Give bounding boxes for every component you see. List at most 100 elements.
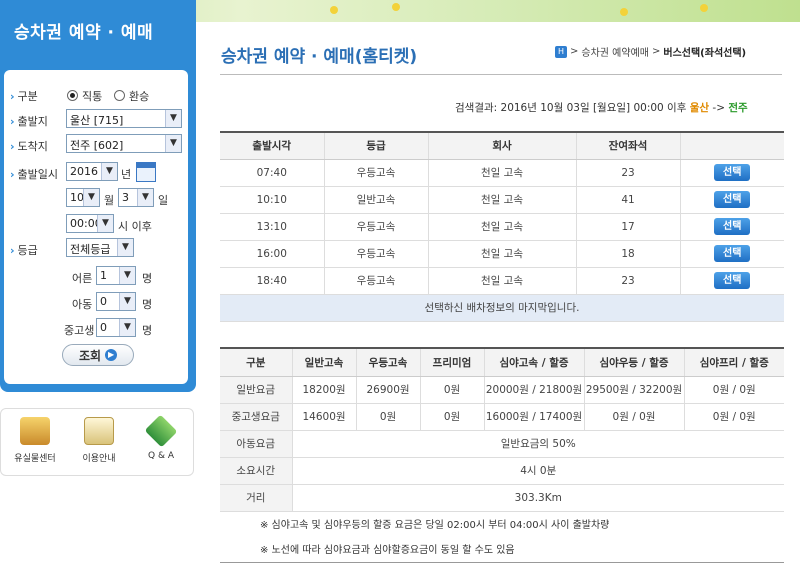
header-action xyxy=(679,131,784,160)
quicklinks-box: 유실물센터 이용안내 Q & A xyxy=(0,408,194,476)
select-button[interactable]: 선택 xyxy=(714,272,751,289)
fare-value: 18200원 xyxy=(291,376,356,404)
flower-decoration xyxy=(620,8,628,16)
chevron-down-icon: ▼ xyxy=(119,319,135,336)
fare-kind: 일반요금 xyxy=(220,376,292,404)
grade-select[interactable]: 전체등급 ▼ xyxy=(66,238,134,257)
bus-company: 천일 고속 xyxy=(427,186,576,214)
transfer-radio[interactable] xyxy=(114,90,125,101)
child-unit: 명 xyxy=(142,298,153,311)
home-icon[interactable]: H xyxy=(555,45,567,58)
lost-found-icon xyxy=(20,417,50,445)
quicklink-lost-found[interactable]: 유실물센터 xyxy=(7,417,63,464)
day-unit: 일 xyxy=(158,194,169,207)
quicklink-label: 이용안내 xyxy=(82,454,116,464)
depart-select[interactable]: 울산 [715] ▼ xyxy=(66,109,182,128)
student-value: 0 xyxy=(100,321,107,334)
fare-header-row: 구분 일반고속 우등고속 프리미엄 심야고속 / 할증 심야우등 / 할증 심야… xyxy=(220,347,784,377)
flower-decoration xyxy=(392,3,400,11)
result-arrow: -> xyxy=(712,102,725,114)
table-row: 일반요금 18200원 26900원 0원 20000원 / 21800원 29… xyxy=(220,376,784,404)
select-button[interactable]: 선택 xyxy=(714,218,751,235)
day-select[interactable]: 3 ▼ xyxy=(118,188,154,207)
student-unit: 명 xyxy=(142,324,153,337)
result-from: 울산 xyxy=(689,102,710,114)
fare-value: 0원 xyxy=(419,376,484,404)
time-select[interactable]: 00:00 ▼ xyxy=(66,214,114,233)
fare-value: 20000원 / 21800원 xyxy=(483,376,584,404)
month-value: 10 xyxy=(70,191,84,204)
sidebar-title: 승차권 예약 · 예매 xyxy=(14,23,154,43)
fare-value: 14600원 xyxy=(291,403,356,431)
fare-table: 구분 일반고속 우등고속 프리미엄 심야고속 / 할증 심야우등 / 할증 심야… xyxy=(220,347,784,512)
title-divider xyxy=(220,74,782,75)
bus-company: 천일 고속 xyxy=(427,267,576,295)
table-row: 07:40 우등고속 천일 고속 23 선택 xyxy=(220,159,784,187)
seats-left: 41 xyxy=(575,186,680,214)
bus-company: 천일 고속 xyxy=(427,159,576,187)
table-row: 아동요금 일반요금의 50% xyxy=(220,430,784,458)
quicklink-qna[interactable]: Q & A xyxy=(133,414,189,461)
transfer-radio-label: 환승 xyxy=(129,90,150,103)
table-row: 13:10 우등고속 천일 고속 17 선택 xyxy=(220,213,784,241)
bus-grade: 일반고속 xyxy=(323,186,428,214)
seats-left: 18 xyxy=(575,240,680,268)
bus-grade: 우등고속 xyxy=(323,240,428,268)
day-value: 3 xyxy=(122,191,129,204)
seats-left: 23 xyxy=(575,267,680,295)
direct-radio-label: 직통 xyxy=(82,90,103,103)
distance-value: 303.3Km xyxy=(291,484,784,512)
breadcrumb: H > 승차권 예약예매 > 버스선택(좌석선택) xyxy=(555,44,746,59)
student-label: 중고생 xyxy=(64,324,95,337)
select-button[interactable]: 선택 xyxy=(714,245,751,262)
chevron-down-icon: ▼ xyxy=(97,215,113,232)
arrive-value: 전주 [602] xyxy=(70,139,124,152)
qna-icon xyxy=(144,414,178,448)
arrive-select[interactable]: 전주 [602] ▼ xyxy=(66,134,182,153)
chevron-down-icon: ▼ xyxy=(137,189,153,206)
child-select[interactable]: 0 ▼ xyxy=(96,292,136,311)
calendar-icon[interactable] xyxy=(136,162,156,182)
search-button[interactable]: 조회 ▶ xyxy=(62,344,134,366)
bus-grade: 우등고속 xyxy=(323,213,428,241)
table-row: 거리 303.3Km xyxy=(220,484,784,512)
schedule-header-row: 출발시각 등급 회사 잔여좌석 xyxy=(220,131,784,160)
fare-value: 0원 / 0원 xyxy=(683,403,784,431)
result-to: 전주 xyxy=(728,102,748,114)
fare-value: 0원 xyxy=(355,403,420,431)
time-suffix: 시 이후 xyxy=(118,220,152,233)
chevron-down-icon: ▼ xyxy=(117,239,133,256)
breadcrumb-separator: > xyxy=(570,46,579,57)
breadcrumb-item[interactable]: 승차권 예약예매 xyxy=(581,44,649,59)
direct-radio[interactable] xyxy=(67,90,78,101)
student-select[interactable]: 0 ▼ xyxy=(96,318,136,337)
select-button[interactable]: 선택 xyxy=(714,164,751,181)
chevron-down-icon: ▼ xyxy=(165,110,181,127)
flower-decoration xyxy=(700,4,708,12)
select-cell: 선택 xyxy=(679,267,784,295)
guide-icon xyxy=(84,417,114,445)
fare-value: 0원 xyxy=(419,403,484,431)
month-select[interactable]: 10 ▼ xyxy=(66,188,100,207)
schedule-table: 출발시각 등급 회사 잔여좌석 07:40 우등고속 천일 고속 23 선택 1… xyxy=(220,131,784,322)
fare-header: 심야우등 / 할증 xyxy=(583,347,684,377)
bus-grade: 우등고속 xyxy=(323,159,428,187)
child-fare-value: 일반요금의 50% xyxy=(291,430,784,458)
depart-label: 출발지 xyxy=(10,113,48,129)
header-depart-time: 출발시각 xyxy=(220,131,324,160)
adult-select[interactable]: 1 ▼ xyxy=(96,266,136,285)
seats-left: 23 xyxy=(575,159,680,187)
bus-company: 천일 고속 xyxy=(427,213,576,241)
chevron-down-icon: ▼ xyxy=(83,189,99,206)
depart-time: 13:10 xyxy=(220,213,324,241)
year-select[interactable]: 2016 ▼ xyxy=(66,162,118,181)
fare-value: 0원 / 0원 xyxy=(583,403,684,431)
depart-time: 10:10 xyxy=(220,186,324,214)
bottom-divider xyxy=(220,562,784,563)
duration-value: 4시 0분 xyxy=(291,457,784,485)
table-row: 16:00 우등고속 천일 고속 18 선택 xyxy=(220,240,784,268)
quicklink-guide[interactable]: 이용안내 xyxy=(71,417,127,464)
page-title: 승차권 예약 · 예매(홈티켓) xyxy=(221,47,418,67)
adult-unit: 명 xyxy=(142,272,153,285)
select-button[interactable]: 선택 xyxy=(714,191,751,208)
